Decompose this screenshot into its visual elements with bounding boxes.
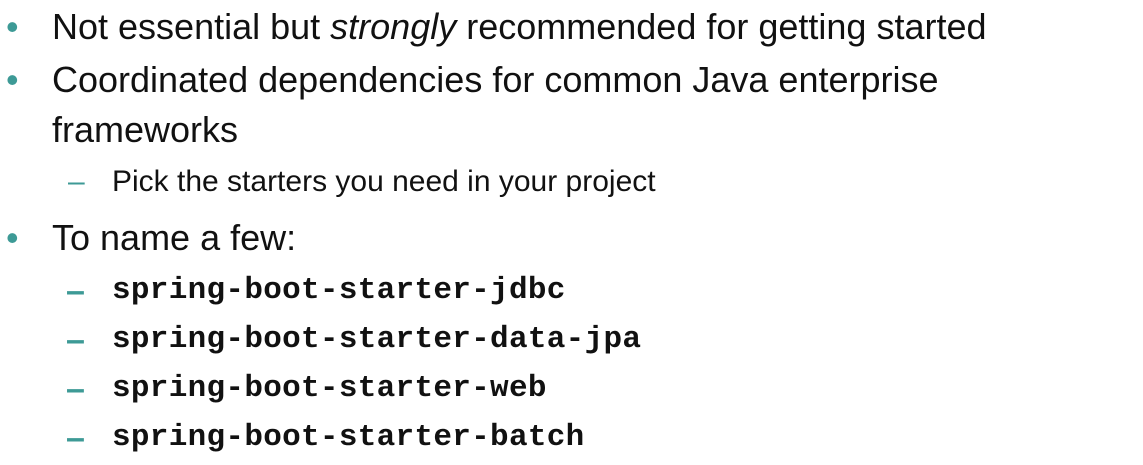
dash-marker: –	[66, 370, 85, 408]
starter-code-text: spring-boot-starter-web	[112, 371, 547, 406]
sub-bullet-text: Pick the starters you need in your proje…	[112, 165, 656, 198]
bullet-text-line-1: Coordinated dependencies for common Java…	[52, 59, 939, 100]
bullet-marker: •	[6, 59, 19, 100]
bullet-marker: •	[6, 6, 19, 47]
starter-code-text: spring-boot-starter-jdbc	[112, 273, 566, 308]
starter-code-text: spring-boot-starter-batch	[112, 420, 585, 455]
bullet-text: Not essential but strongly recommended f…	[52, 2, 987, 52]
dash-marker: –	[66, 419, 85, 457]
bullet-text: To name a few:	[52, 217, 297, 258]
bullet-text-line-2: frameworks	[52, 109, 239, 150]
emphasis-text: strongly	[330, 6, 457, 47]
text-part: recommended for getting started	[456, 6, 987, 47]
slide: • Not essential but strongly recommended…	[0, 0, 1143, 465]
dash-marker: –	[66, 321, 85, 359]
text-part: Not essential but	[52, 6, 331, 47]
bullet-marker: •	[6, 217, 19, 258]
dash-marker: –	[68, 165, 85, 198]
dash-marker: –	[66, 272, 85, 310]
starter-code-text: spring-boot-starter-data-jpa	[112, 322, 642, 357]
